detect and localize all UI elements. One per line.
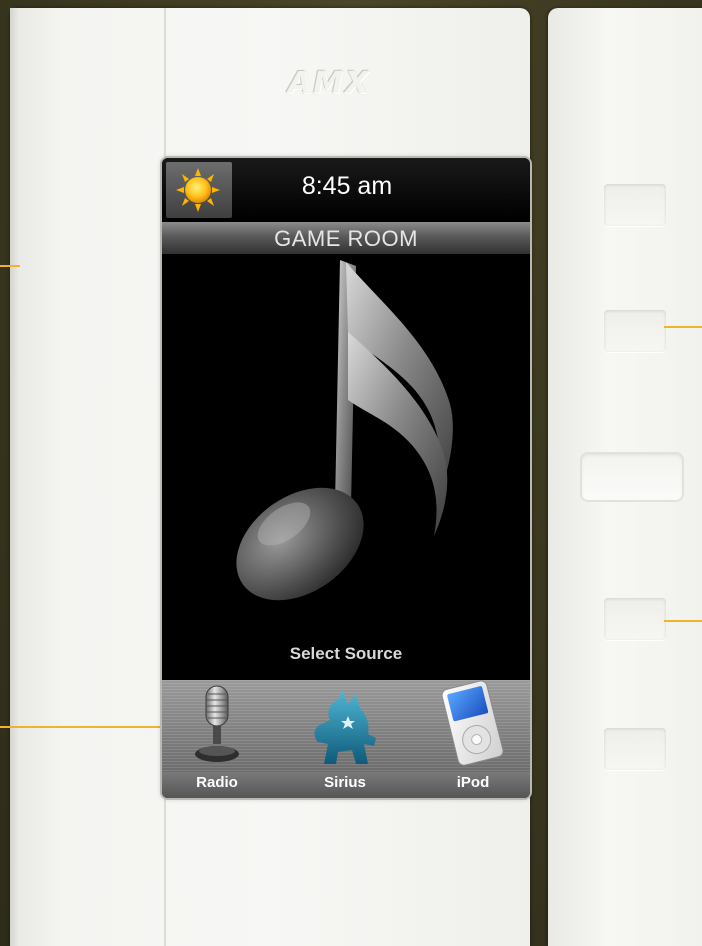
amx-logo: AMX bbox=[288, 66, 371, 101]
keypad-button-1[interactable] bbox=[604, 184, 666, 226]
panel-edge bbox=[10, 8, 20, 946]
source-sirius-button[interactable]: Sirius bbox=[290, 680, 400, 798]
source-ipod-button[interactable]: iPod bbox=[418, 680, 528, 798]
callout-line bbox=[664, 620, 702, 622]
source-label: Sirius bbox=[324, 774, 366, 791]
source-label: Radio bbox=[196, 774, 238, 791]
select-source-prompt: Select Source bbox=[289, 644, 403, 663]
source-label: iPod bbox=[456, 774, 490, 791]
keypad-center-button[interactable] bbox=[580, 452, 684, 502]
source-radio-button[interactable]: Radio bbox=[162, 680, 272, 798]
keypad-button-2[interactable] bbox=[604, 310, 666, 352]
ipod-icon bbox=[441, 680, 504, 766]
microphone-icon bbox=[195, 685, 239, 762]
weather-button[interactable] bbox=[166, 162, 232, 218]
touch-screen: 8:45 am GAME ROOM Select Source Radio Si… bbox=[162, 158, 530, 798]
music-note-icon bbox=[236, 260, 453, 601]
sun-icon bbox=[176, 168, 220, 212]
keypad-panel bbox=[548, 8, 702, 946]
room-name: GAME ROOM bbox=[274, 226, 418, 251]
keypad-button-5[interactable] bbox=[604, 728, 666, 770]
callout-line bbox=[0, 265, 20, 267]
clock-time: 8:45 am bbox=[301, 172, 393, 200]
status-bar: 8:45 am bbox=[162, 158, 530, 220]
keypad-button-4[interactable] bbox=[604, 598, 666, 640]
callout-line bbox=[0, 726, 182, 728]
sirius-dog-icon bbox=[314, 690, 376, 764]
callout-line bbox=[664, 326, 702, 328]
